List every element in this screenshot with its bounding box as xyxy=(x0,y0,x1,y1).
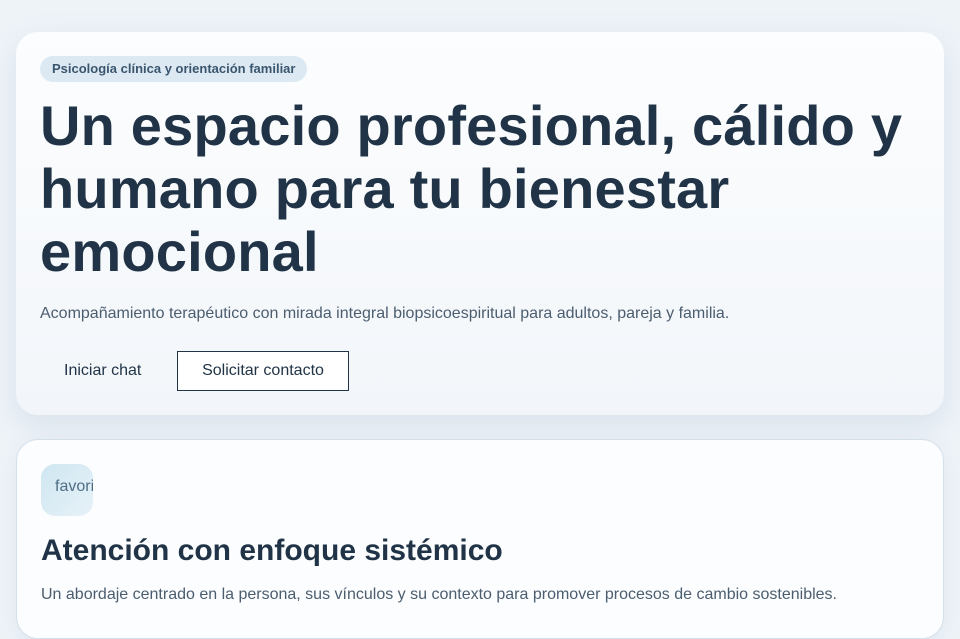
feature-card-title: Atención con enfoque sistémico xyxy=(41,534,503,567)
hero-section: Psicología clínica y orientación familia… xyxy=(16,32,944,415)
request-contact-button[interactable]: Solicitar contacto xyxy=(177,351,349,391)
hero-subtitle: Acompañamiento terapéutico con mirada in… xyxy=(40,305,730,322)
start-chat-button[interactable]: Iniciar chat xyxy=(40,351,165,391)
feature-card-text: Un abordaje centrado en la persona, sus … xyxy=(41,586,837,603)
hero-title: Un espacio profesional, cálido y humano … xyxy=(40,94,903,283)
specialty-badge: Psicología clínica y orientación familia… xyxy=(40,56,308,82)
favorite-icon: favorite xyxy=(41,464,93,516)
feature-card: favorite Atención con enfoque sistémico … xyxy=(16,439,944,639)
